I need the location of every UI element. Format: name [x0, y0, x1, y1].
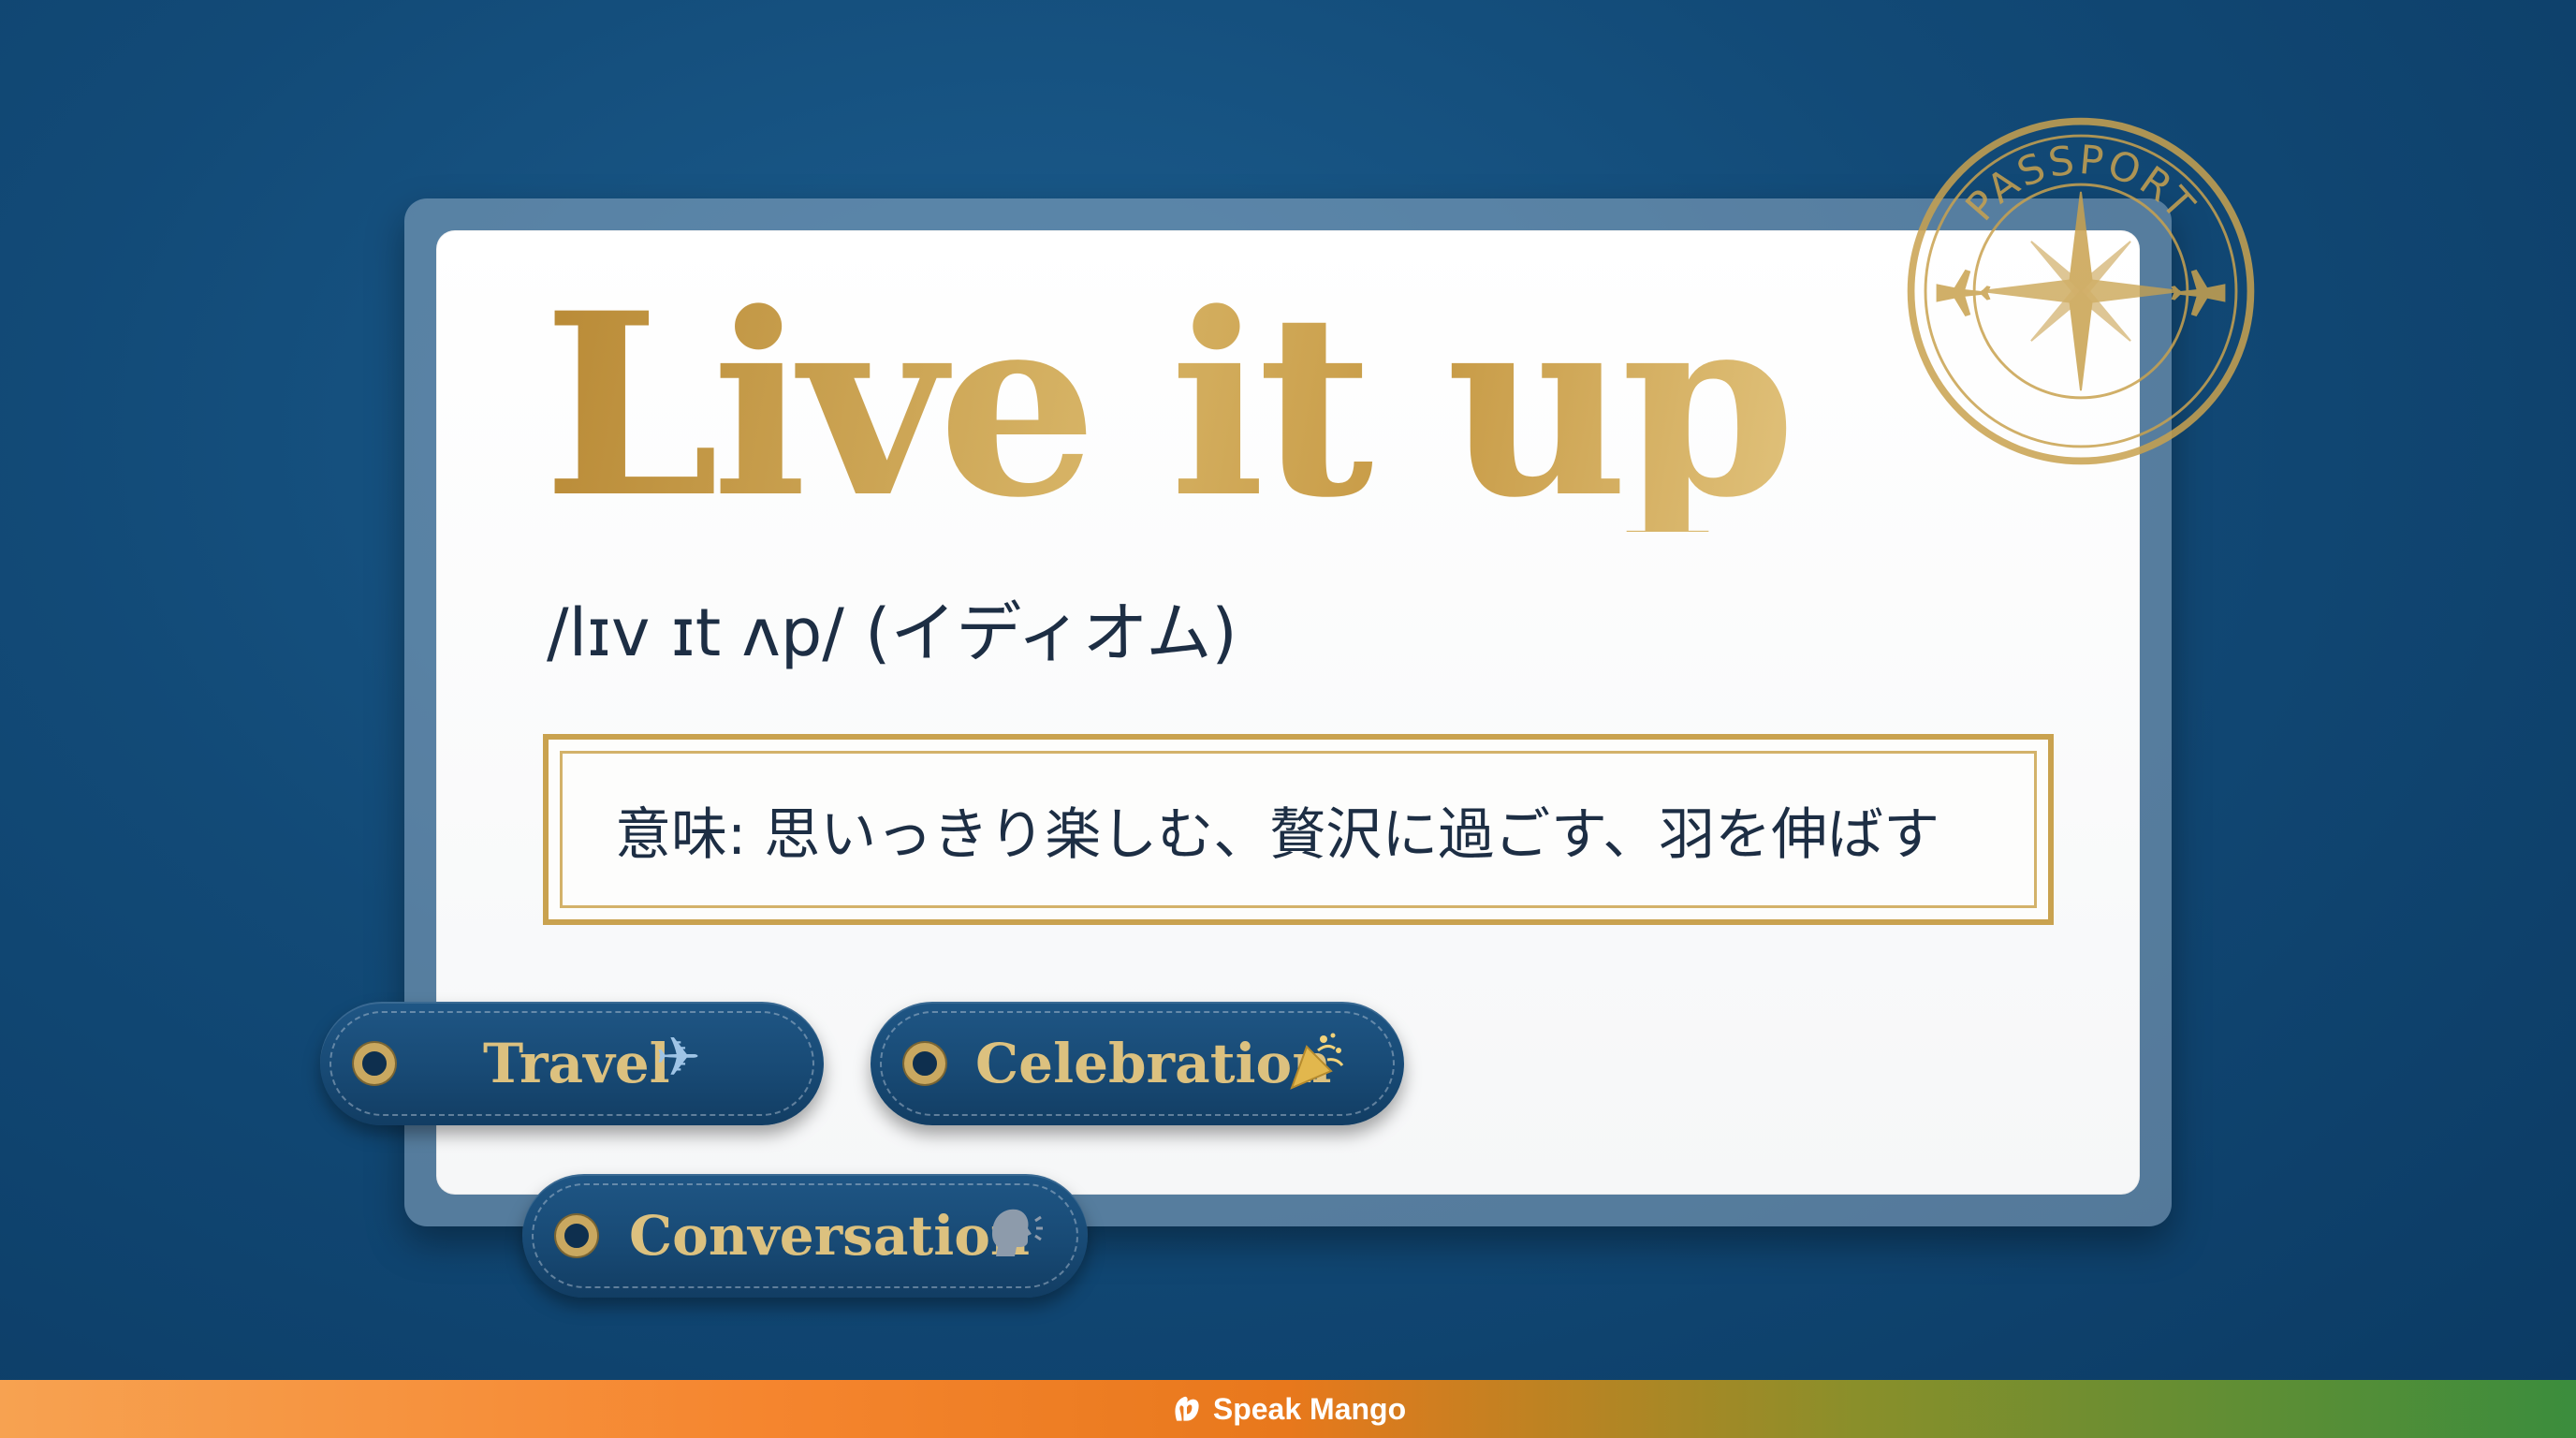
speaking-head-icon	[987, 1202, 1045, 1269]
tag-travel[interactable]: Travel ✈	[320, 1002, 824, 1125]
tag-label: Conversation	[629, 1204, 1031, 1268]
meaning-inner-frame: 意味: 思いっきり楽しむ、贅沢に過ごす、羽を伸ばす	[560, 751, 2037, 908]
tag-label: Travel	[483, 1032, 670, 1095]
pronunciation: /lɪv ɪt ʌp/ (イディオム)	[547, 594, 1237, 671]
passport-stamp: PASSPORT	[1907, 117, 2255, 465]
airplane-icon	[1936, 269, 1991, 317]
compass-rose-icon	[1981, 191, 2181, 391]
tag-label: Celebration	[975, 1032, 1332, 1095]
tag-conversation[interactable]: Conversation	[522, 1174, 1088, 1298]
brand[interactable]: Speak Mango	[1170, 1392, 1406, 1427]
mango-logo-icon	[1175, 1396, 1199, 1421]
grommet-icon	[354, 1043, 395, 1084]
headword: Live it up	[543, 258, 1796, 553]
airplane-icon	[2171, 269, 2226, 317]
airplane-icon: ✈	[655, 1025, 701, 1089]
grommet-icon	[904, 1043, 945, 1084]
tag-celebration[interactable]: Celebration	[871, 1002, 1404, 1125]
meaning-text: 意味: 思いっきり楽しむ、贅沢に過ごす、羽を伸ばす	[615, 801, 1940, 868]
brand-name: Speak Mango	[1212, 1391, 1407, 1426]
meaning-box: 意味: 思いっきり楽しむ、贅沢に過ごす、羽を伸ばす	[543, 734, 2054, 925]
grommet-icon	[556, 1215, 597, 1256]
footer-bar: Speak Mango	[0, 1380, 2576, 1438]
party-popper-icon	[1286, 1030, 1348, 1100]
